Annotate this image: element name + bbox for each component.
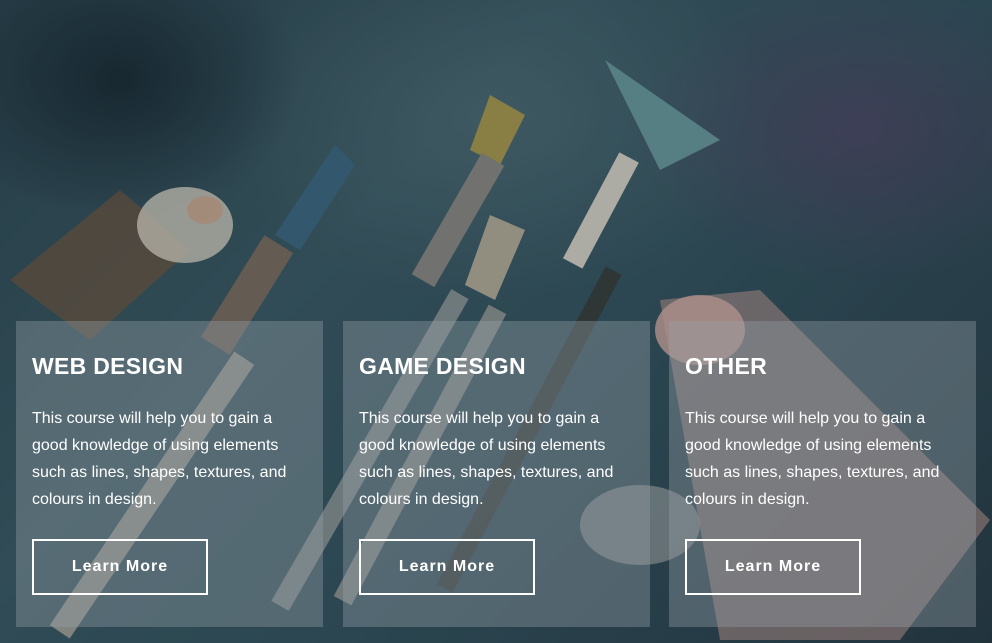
- course-card-other: OTHER This course will help you to gain …: [669, 321, 976, 627]
- learn-more-button[interactable]: Learn More: [32, 539, 208, 595]
- learn-more-button[interactable]: Learn More: [359, 539, 535, 595]
- course-title: WEB DESIGN: [32, 353, 184, 379]
- course-card-game-design: GAME DESIGN This course will help you to…: [343, 321, 650, 627]
- course-title: OTHER: [685, 353, 767, 379]
- course-description: This course will help you to gain a good…: [32, 410, 287, 508]
- course-card-web-design: WEB DESIGN This course will help you to …: [16, 321, 323, 627]
- course-description: This course will help you to gain a good…: [359, 410, 614, 508]
- learn-more-button[interactable]: Learn More: [685, 539, 861, 595]
- course-title: GAME DESIGN: [359, 353, 526, 379]
- course-description: This course will help you to gain a good…: [685, 410, 940, 508]
